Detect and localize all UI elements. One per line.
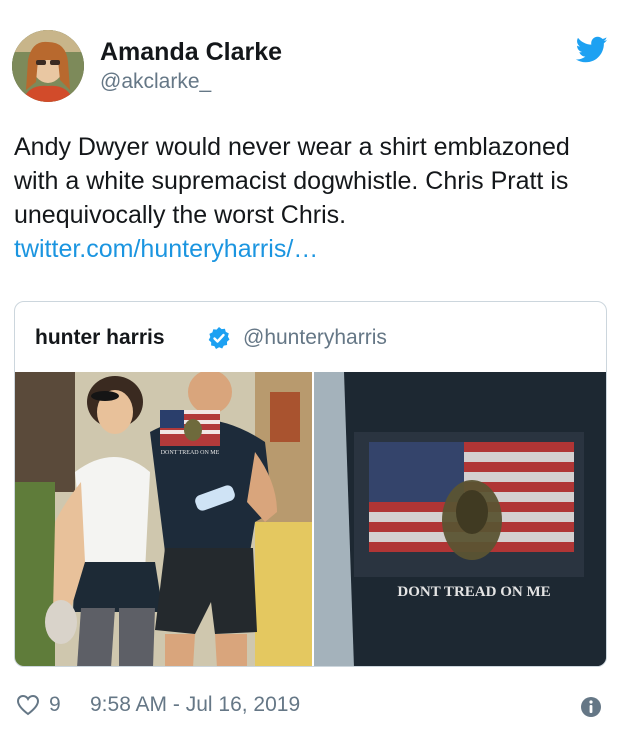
tweet-body: Andy Dwyer would never wear a shirt embl… (14, 133, 570, 229)
quoted-tweet[interactable]: hunter harris @hunteryharris DONT TREAD … (14, 301, 607, 667)
author-handle[interactable]: @akclarke_ (100, 70, 211, 94)
heart-icon[interactable] (16, 694, 40, 716)
author-avatar[interactable] (12, 30, 84, 102)
quoted-author-name[interactable]: hunter harris (35, 326, 165, 350)
quoted-author-handle[interactable]: @hunteryharris (243, 326, 387, 350)
twitter-bird-icon[interactable] (576, 36, 608, 64)
tweet-text: Andy Dwyer would never wear a shirt embl… (14, 130, 604, 266)
tweet-timestamp[interactable]: 9:58 AM - Jul 16, 2019 (90, 693, 300, 717)
avatar-image (12, 30, 84, 102)
quoted-photo-right[interactable]: DONT TREAD ON ME (314, 372, 606, 666)
like-count[interactable]: 9 (49, 693, 61, 717)
tweet-link[interactable]: twitter.com/hunteryharris/… (14, 235, 318, 263)
photo-shirt-closeup: DONT TREAD ON ME (314, 372, 606, 666)
quoted-photo-left[interactable]: DONT TREAD ON ME (15, 372, 312, 666)
photo-couple-walking: DONT TREAD ON ME (15, 372, 312, 666)
verified-badge-icon (208, 327, 230, 349)
info-icon[interactable] (580, 696, 602, 718)
author-name[interactable]: Amanda Clarke (100, 38, 282, 67)
left-shirt-text: DONT TREAD ON ME (161, 450, 220, 456)
right-shirt-text: DONT TREAD ON ME (397, 584, 550, 600)
